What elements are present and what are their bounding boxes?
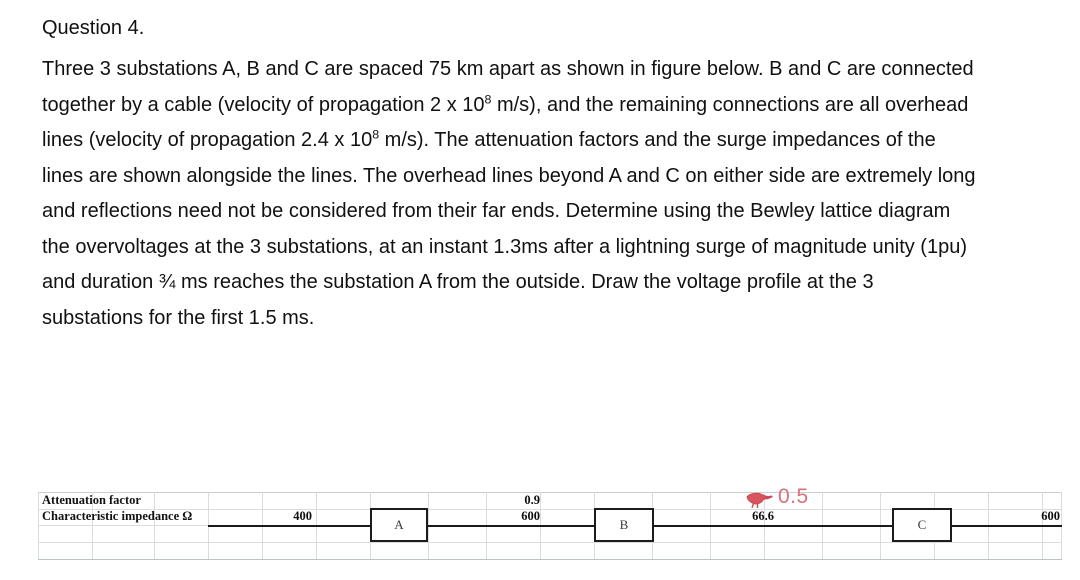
grid-column-line — [38, 492, 39, 559]
substation-label-c: C — [917, 517, 927, 532]
attenuation-factor-label: Attenuation factor — [42, 493, 141, 507]
red-scribble-mark-icon — [746, 492, 773, 508]
substation-box-b: B — [594, 508, 654, 542]
grid-row — [38, 542, 1062, 560]
substation-box-a: A — [370, 508, 428, 542]
grid-column-line — [154, 492, 155, 559]
annotation-value-text: 0.5 — [778, 485, 809, 508]
value-segment2-attenuation: 0.9 — [524, 493, 540, 507]
question-heading: Question 4. — [42, 17, 145, 39]
characteristic-impedance-label: Characteristic impedance Ω — [42, 509, 193, 523]
question-body-text: Three 3 substations A, B and C are space… — [42, 58, 976, 329]
value-segment3-impedance: 66.6 — [752, 509, 774, 523]
substation-label-b: B — [619, 517, 629, 532]
question-block: Question 4. Three 3 substations A, B and… — [42, 18, 982, 336]
line-segment-right-of-c — [952, 525, 1062, 527]
substation-box-c: C — [892, 508, 952, 542]
substation-line-diagram: A B C Attenuation factor Characteristic … — [38, 492, 1062, 562]
value-segment2-impedance: 600 — [521, 509, 540, 523]
line-segment-b-to-c — [654, 525, 892, 527]
line-segment-left-of-a — [208, 525, 370, 527]
substation-label-a: A — [394, 517, 404, 532]
value-segment1-impedance: 400 — [293, 509, 312, 523]
value-segment4-impedance: 600 — [1041, 509, 1060, 523]
